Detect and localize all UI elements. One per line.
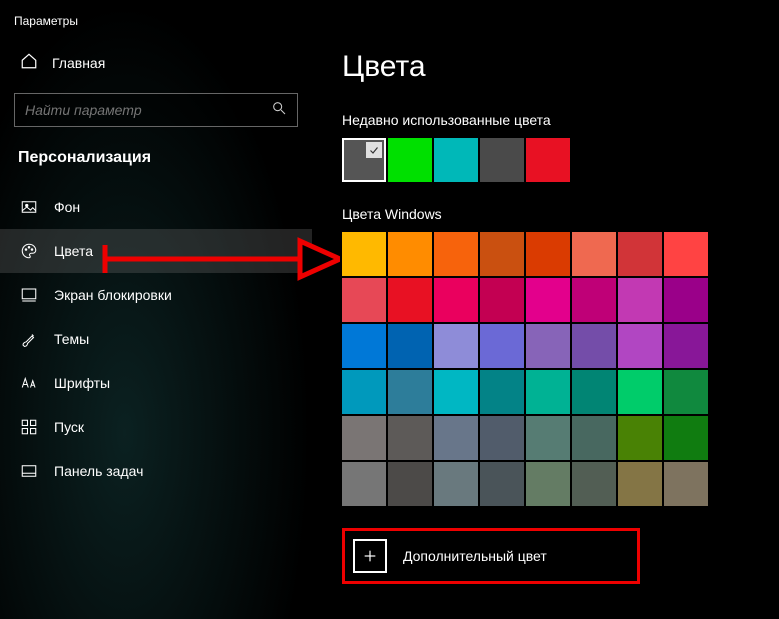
color-swatch[interactable] xyxy=(618,416,662,460)
custom-color-button[interactable]: Дополнительный цвет xyxy=(342,528,640,584)
sidebar-item-label: Фон xyxy=(54,199,80,215)
plus-icon xyxy=(353,539,387,573)
image-icon xyxy=(20,198,38,216)
taskbar-icon xyxy=(20,462,38,480)
color-swatch[interactable] xyxy=(480,370,524,414)
palette-icon xyxy=(20,242,38,260)
color-swatch[interactable] xyxy=(572,232,616,276)
nav-list: Фон Цвета Экран блокировки Темы Шрифты Пуск Па… xyxy=(0,185,312,493)
sidebar-item-label: Панель задач xyxy=(54,463,143,479)
color-swatch[interactable] xyxy=(526,370,570,414)
brush-icon xyxy=(20,330,38,348)
main-content: Цвета Недавно использованные цвета Цвета… xyxy=(312,0,779,619)
sidebar-item-start[interactable]: Пуск xyxy=(0,405,312,449)
grid-icon xyxy=(20,418,38,436)
color-swatch[interactable] xyxy=(664,324,708,368)
color-swatch[interactable] xyxy=(526,416,570,460)
color-swatch[interactable] xyxy=(434,416,478,460)
color-swatch[interactable] xyxy=(572,370,616,414)
color-swatch[interactable] xyxy=(618,324,662,368)
color-swatch[interactable] xyxy=(664,232,708,276)
sidebar-item-label: Экран блокировки xyxy=(54,287,172,303)
color-swatch[interactable] xyxy=(526,232,570,276)
windows-colors-grid xyxy=(342,232,779,506)
window-title: Параметры xyxy=(0,8,312,42)
nav-home-label: Главная xyxy=(52,55,105,71)
search-input[interactable] xyxy=(25,102,271,118)
custom-color-label: Дополнительный цвет xyxy=(403,548,547,564)
sidebar-item-label: Пуск xyxy=(54,419,84,435)
color-swatch[interactable] xyxy=(572,324,616,368)
color-swatch[interactable] xyxy=(388,232,432,276)
page-title: Цвета xyxy=(342,50,779,84)
color-swatch[interactable] xyxy=(664,370,708,414)
color-swatch[interactable] xyxy=(434,462,478,506)
color-swatch[interactable] xyxy=(434,370,478,414)
color-swatch[interactable] xyxy=(480,324,524,368)
sidebar-item-label: Шрифты xyxy=(54,375,110,391)
sidebar-item-label: Цвета xyxy=(54,243,93,259)
color-swatch[interactable] xyxy=(618,370,662,414)
recent-color-swatch[interactable] xyxy=(480,138,524,182)
color-swatch[interactable] xyxy=(480,278,524,322)
color-swatch[interactable] xyxy=(480,462,524,506)
color-swatch[interactable] xyxy=(434,324,478,368)
color-swatch[interactable] xyxy=(388,416,432,460)
color-swatch[interactable] xyxy=(572,416,616,460)
search-icon xyxy=(271,100,287,121)
windows-colors-title: Цвета Windows xyxy=(342,206,779,222)
recent-color-swatch[interactable] xyxy=(434,138,478,182)
color-swatch[interactable] xyxy=(664,416,708,460)
search-box[interactable] xyxy=(14,93,298,127)
recent-colors-row xyxy=(342,138,779,182)
home-icon xyxy=(20,52,38,73)
sidebar-item-taskbar[interactable]: Панель задач xyxy=(0,449,312,493)
color-swatch[interactable] xyxy=(664,462,708,506)
recent-color-swatch[interactable] xyxy=(388,138,432,182)
color-swatch[interactable] xyxy=(388,370,432,414)
color-swatch[interactable] xyxy=(480,416,524,460)
recent-color-swatch[interactable] xyxy=(342,138,386,182)
color-swatch[interactable] xyxy=(572,278,616,322)
color-swatch[interactable] xyxy=(526,278,570,322)
color-swatch[interactable] xyxy=(618,278,662,322)
sidebar-item-colors[interactable]: Цвета xyxy=(0,229,312,273)
color-swatch[interactable] xyxy=(618,462,662,506)
sidebar-item-themes[interactable]: Темы xyxy=(0,317,312,361)
sidebar-item-label: Темы xyxy=(54,331,89,347)
color-swatch[interactable] xyxy=(480,232,524,276)
nav-home[interactable]: Главная xyxy=(0,42,312,83)
lockscreen-icon xyxy=(20,286,38,304)
sidebar-item-background[interactable]: Фон xyxy=(0,185,312,229)
color-swatch[interactable] xyxy=(618,232,662,276)
color-swatch[interactable] xyxy=(342,278,386,322)
fonts-icon xyxy=(20,374,38,392)
color-swatch[interactable] xyxy=(434,278,478,322)
color-swatch[interactable] xyxy=(434,232,478,276)
sidebar-item-fonts[interactable]: Шрифты xyxy=(0,361,312,405)
color-swatch[interactable] xyxy=(572,462,616,506)
color-swatch[interactable] xyxy=(342,462,386,506)
color-swatch[interactable] xyxy=(342,416,386,460)
color-swatch[interactable] xyxy=(388,278,432,322)
recent-color-swatch[interactable] xyxy=(526,138,570,182)
sidebar-item-lockscreen[interactable]: Экран блокировки xyxy=(0,273,312,317)
check-icon xyxy=(366,142,382,158)
color-swatch[interactable] xyxy=(388,462,432,506)
section-title: Персонализация xyxy=(0,145,312,185)
color-swatch[interactable] xyxy=(526,324,570,368)
color-swatch[interactable] xyxy=(342,324,386,368)
sidebar: Параметры Главная Персонализация Фон Цвет… xyxy=(0,0,312,619)
color-swatch[interactable] xyxy=(342,370,386,414)
color-swatch[interactable] xyxy=(664,278,708,322)
color-swatch[interactable] xyxy=(388,324,432,368)
recent-colors-title: Недавно использованные цвета xyxy=(342,112,779,128)
color-swatch[interactable] xyxy=(342,232,386,276)
color-swatch[interactable] xyxy=(526,462,570,506)
